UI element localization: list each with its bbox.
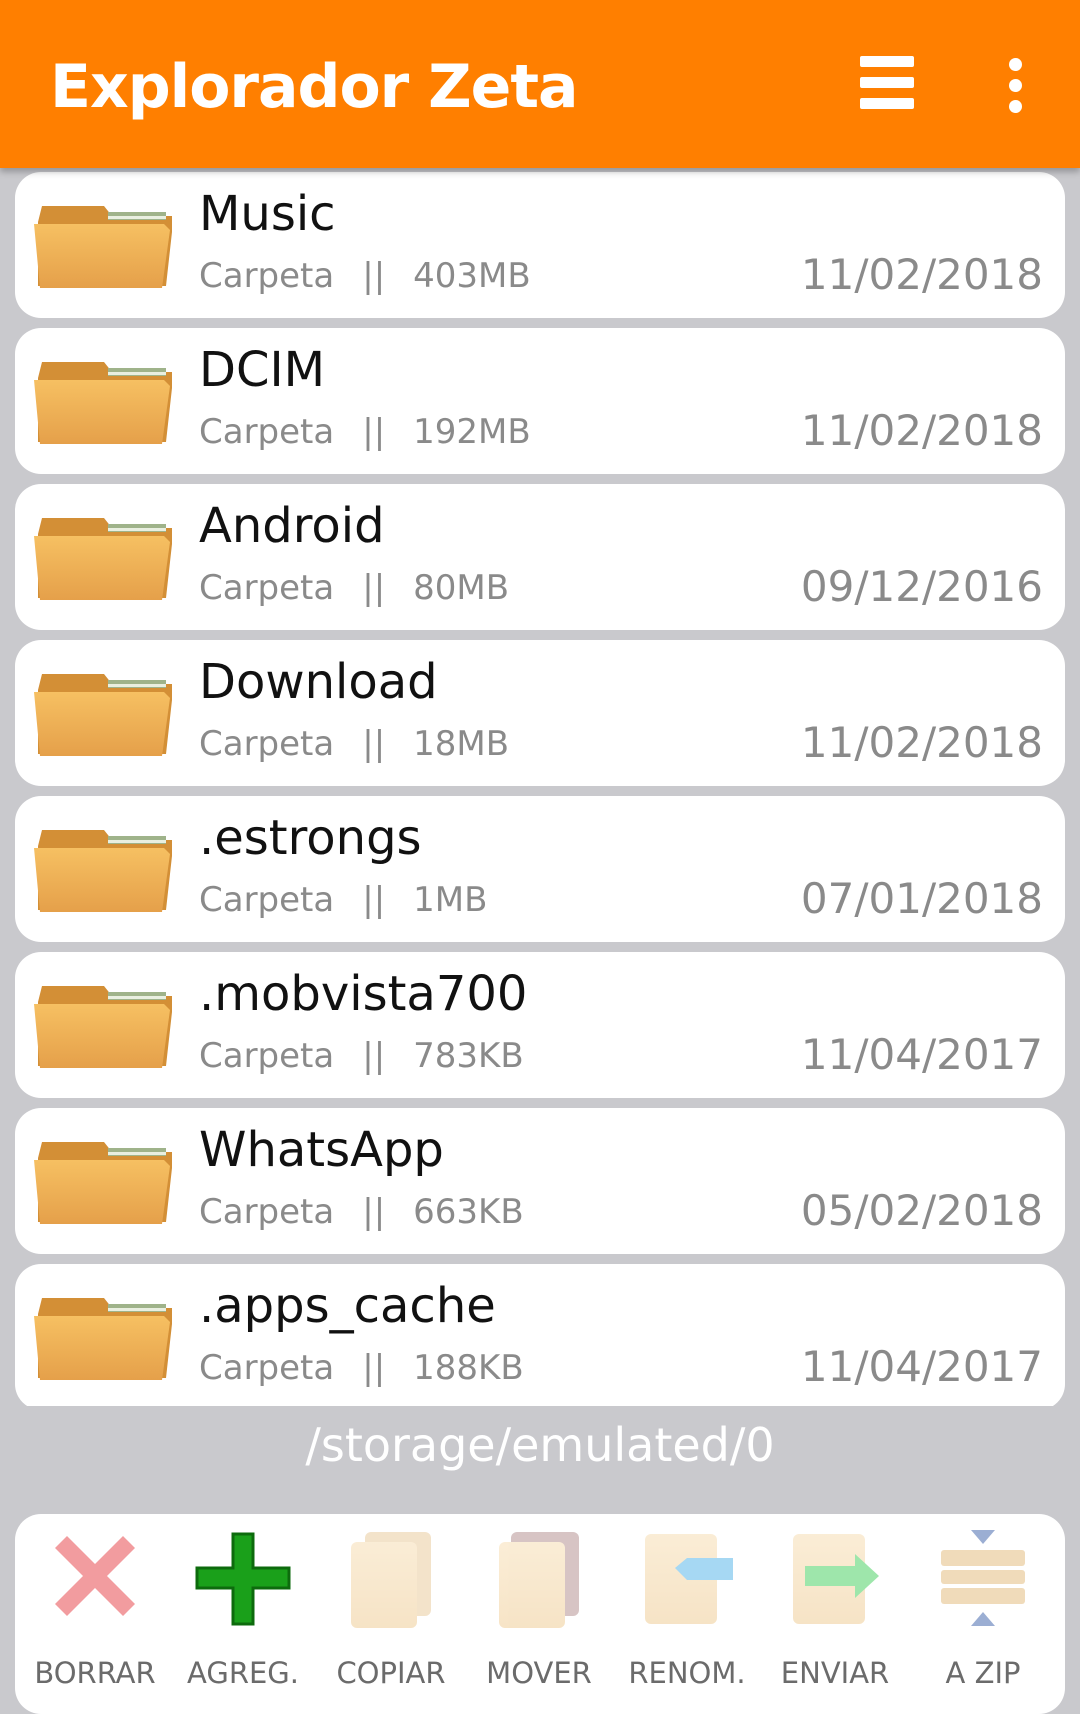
- meta-separator: ||: [362, 1348, 386, 1388]
- file-date: 11/02/2018: [800, 718, 1043, 767]
- folder-icon: [32, 670, 172, 756]
- file-size: 192MB: [413, 412, 531, 452]
- file-type: Carpeta: [199, 1192, 335, 1232]
- file-size: 783KB: [413, 1036, 524, 1076]
- hamburger-menu-icon[interactable]: [860, 56, 914, 110]
- meta-separator: ||: [362, 1192, 386, 1232]
- send-icon: [793, 1534, 879, 1624]
- zip-label: A ZIP: [945, 1656, 1021, 1690]
- file-type: Carpeta: [199, 880, 335, 920]
- file-type: Carpeta: [199, 1348, 335, 1388]
- file-name: .apps_cache: [199, 1278, 496, 1334]
- list-item[interactable]: Download Carpeta || 18MB 11/02/2018: [15, 640, 1065, 786]
- list-item[interactable]: Music Carpeta || 403MB 11/02/2018: [15, 172, 1065, 318]
- add-label: AGREG.: [187, 1656, 299, 1690]
- file-size: 663KB: [413, 1192, 524, 1232]
- copy-button[interactable]: COPIAR: [321, 1514, 461, 1696]
- folder-icon: [32, 826, 172, 912]
- file-type: Carpeta: [199, 256, 335, 296]
- file-meta: Carpeta || 1MB: [199, 880, 487, 920]
- move-label: MOVER: [486, 1656, 592, 1690]
- file-name: Android: [199, 498, 385, 554]
- file-date: 09/12/2016: [800, 562, 1043, 611]
- action-toolbar: BORRAR AGREG. COPIAR MOVER RENOM. ENVIAR…: [15, 1514, 1065, 1714]
- file-name: Download: [199, 654, 438, 710]
- delete-label: BORRAR: [34, 1656, 156, 1690]
- file-name: .mobvista700: [199, 966, 528, 1022]
- more-vert-icon[interactable]: [996, 58, 1034, 114]
- file-type: Carpeta: [199, 1036, 335, 1076]
- list-item[interactable]: .apps_cache Carpeta || 188KB 11/04/2017: [15, 1264, 1065, 1406]
- meta-separator: ||: [362, 880, 386, 920]
- zip-button[interactable]: A ZIP: [913, 1514, 1053, 1696]
- meta-separator: ||: [362, 724, 386, 764]
- file-date: 07/01/2018: [800, 874, 1043, 923]
- send-button[interactable]: ENVIAR: [765, 1514, 905, 1696]
- move-button[interactable]: MOVER: [469, 1514, 609, 1696]
- copy-icon: [351, 1532, 431, 1628]
- meta-separator: ||: [362, 412, 386, 452]
- delete-x-icon: [55, 1536, 135, 1616]
- folder-icon: [32, 514, 172, 600]
- file-name: Music: [199, 186, 336, 242]
- file-list[interactable]: Music Carpeta || 403MB 11/02/2018 DCIM Car…: [15, 172, 1065, 1406]
- file-meta: Carpeta || 80MB: [199, 568, 509, 608]
- file-date: 11/04/2017: [800, 1030, 1043, 1079]
- file-date: 11/04/2017: [800, 1342, 1043, 1391]
- rename-button[interactable]: RENOM.: [617, 1514, 757, 1696]
- folder-icon: [32, 1294, 172, 1380]
- list-item[interactable]: Android Carpeta || 80MB 09/12/2016: [15, 484, 1065, 630]
- zip-icon: [941, 1530, 1025, 1626]
- file-meta: Carpeta || 188KB: [199, 1348, 524, 1388]
- add-plus-icon: [195, 1532, 291, 1626]
- add-button[interactable]: AGREG.: [173, 1514, 313, 1696]
- list-item[interactable]: DCIM Carpeta || 192MB 11/02/2018: [15, 328, 1065, 474]
- copy-label: COPIAR: [336, 1656, 446, 1690]
- delete-button[interactable]: BORRAR: [25, 1514, 165, 1696]
- file-type: Carpeta: [199, 568, 335, 608]
- file-date: 11/02/2018: [800, 250, 1043, 299]
- list-item[interactable]: .estrongs Carpeta || 1MB 07/01/2018: [15, 796, 1065, 942]
- file-size: 1MB: [413, 880, 488, 920]
- folder-icon: [32, 982, 172, 1068]
- rename-icon: [645, 1534, 733, 1624]
- folder-icon: [32, 1138, 172, 1224]
- rename-label: RENOM.: [628, 1656, 746, 1690]
- send-label: ENVIAR: [780, 1656, 890, 1690]
- meta-separator: ||: [362, 568, 386, 608]
- file-size: 188KB: [413, 1348, 524, 1388]
- file-name: .estrongs: [199, 810, 422, 866]
- file-meta: Carpeta || 783KB: [199, 1036, 524, 1076]
- file-size: 403MB: [413, 256, 531, 296]
- current-path: /storage/emulated/0: [305, 1418, 775, 1472]
- meta-separator: ||: [362, 256, 386, 296]
- app-bar: Explorador Zeta: [0, 0, 1080, 168]
- app-title: Explorador Zeta: [50, 52, 579, 122]
- file-meta: Carpeta || 192MB: [199, 412, 531, 452]
- file-size: 80MB: [413, 568, 510, 608]
- folder-icon: [32, 202, 172, 288]
- file-meta: Carpeta || 403MB: [199, 256, 531, 296]
- file-type: Carpeta: [199, 724, 335, 764]
- file-meta: Carpeta || 663KB: [199, 1192, 524, 1232]
- folder-icon: [32, 358, 172, 444]
- file-type: Carpeta: [199, 412, 335, 452]
- list-item[interactable]: WhatsApp Carpeta || 663KB 05/02/2018: [15, 1108, 1065, 1254]
- meta-separator: ||: [362, 1036, 386, 1076]
- file-name: DCIM: [199, 342, 326, 398]
- file-meta: Carpeta || 18MB: [199, 724, 509, 764]
- file-date: 05/02/2018: [800, 1186, 1043, 1235]
- list-item[interactable]: .mobvista700 Carpeta || 783KB 11/04/2017: [15, 952, 1065, 1098]
- file-date: 11/02/2018: [800, 406, 1043, 455]
- move-icon: [499, 1532, 579, 1628]
- file-size: 18MB: [413, 724, 510, 764]
- file-name: WhatsApp: [199, 1122, 444, 1178]
